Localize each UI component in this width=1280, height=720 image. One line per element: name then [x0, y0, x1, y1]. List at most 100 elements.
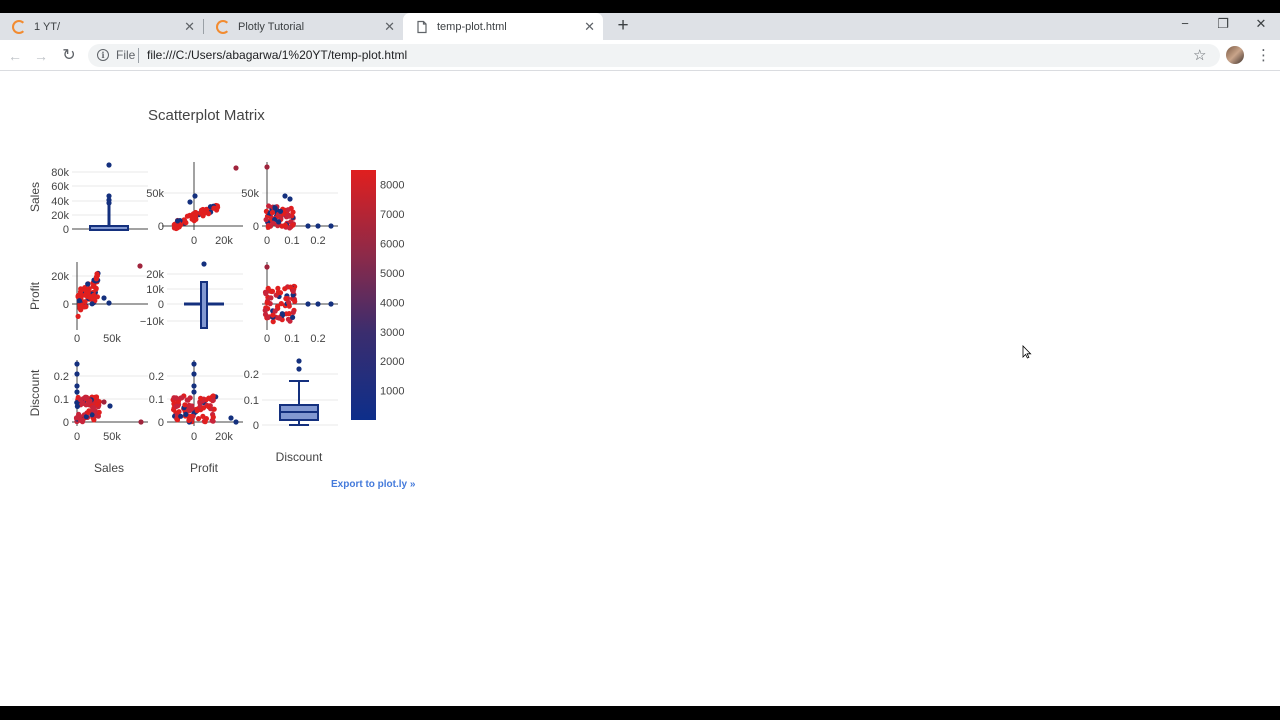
scatter-point — [78, 307, 84, 313]
restore-button[interactable]: ❐ — [1204, 13, 1242, 37]
new-tab-button[interactable]: + — [612, 15, 634, 37]
scatter-point — [292, 298, 298, 304]
scatter-point — [74, 383, 80, 389]
outlier-point — [106, 200, 112, 206]
tab-close-icon[interactable]: ✕ — [384, 19, 395, 35]
scatter-point — [74, 389, 80, 395]
browser-menu-button[interactable]: ⋮ — [1256, 45, 1271, 67]
scatter-point — [85, 281, 91, 287]
tab-close-icon[interactable]: ✕ — [184, 19, 195, 35]
tab-close-icon[interactable]: ✕ — [584, 19, 595, 35]
outlier-point — [296, 366, 302, 372]
y-tick-label: 50k — [241, 188, 259, 200]
info-icon[interactable]: i — [97, 49, 109, 61]
scatter-point — [187, 199, 193, 205]
scatter-point — [328, 223, 334, 229]
scatter-point — [191, 389, 197, 395]
x-tick-label: 0 — [191, 235, 197, 247]
scatter-point — [265, 314, 271, 321]
y-tick-label: 0.2 — [244, 369, 259, 381]
chart-title: Scatterplot Matrix — [148, 107, 265, 124]
scatter-point — [83, 304, 89, 310]
y-tick-label: 0 — [253, 221, 259, 233]
scatter-point — [285, 212, 291, 218]
x-tick-label: 20k — [215, 235, 233, 247]
colorbar — [351, 170, 376, 420]
scatter-point — [77, 289, 84, 295]
scatter-point — [287, 196, 293, 202]
scatter-point — [265, 285, 271, 291]
y-title-sales: Sales — [28, 182, 42, 212]
scatter-point — [178, 413, 184, 419]
screen-bar-bottom — [0, 706, 1280, 720]
forward-button[interactable]: → — [30, 45, 52, 67]
reload-button[interactable]: ↻ — [58, 45, 80, 67]
scatter-point — [285, 207, 291, 213]
tab-title: 1 YT/ — [34, 20, 61, 33]
tab-temp-plot[interactable]: temp-plot.html ✕ — [403, 13, 603, 40]
profile-avatar[interactable] — [1226, 46, 1244, 64]
scatter-point — [205, 404, 212, 410]
scatter-point — [282, 286, 288, 292]
y-title-profit: Profit — [28, 281, 42, 310]
scatter-point — [91, 417, 97, 423]
x-tick-label: 0.2 — [310, 333, 325, 345]
loading-spinner-icon — [216, 19, 230, 34]
x-tick-label: 50k — [103, 333, 121, 345]
minimize-button[interactable]: − — [1166, 13, 1204, 37]
scatter-point — [85, 409, 91, 415]
scatter-point — [266, 203, 272, 209]
x-tick-label: 0.1 — [284, 235, 299, 247]
scatter-point — [74, 371, 80, 377]
y-tick-label: 20k — [51, 271, 69, 283]
scatter-point — [264, 264, 270, 270]
y-tick-label: 20k — [146, 269, 164, 281]
scatter-point — [90, 404, 97, 410]
scatter-point — [101, 399, 107, 405]
back-button[interactable]: ← — [4, 45, 26, 67]
scatter-point — [175, 218, 181, 224]
close-window-button[interactable]: ✕ — [1242, 13, 1280, 37]
colorbar-tick-label: 5000 — [380, 268, 404, 280]
outlier-point — [106, 162, 112, 168]
scatter-point — [264, 164, 270, 170]
scatter-point — [233, 419, 239, 425]
scatter-point — [101, 295, 107, 301]
mouse-cursor-icon — [1022, 345, 1032, 359]
scatter-point — [195, 416, 202, 422]
y-tick-label: 20k — [51, 210, 69, 222]
scatter-point — [74, 361, 80, 367]
colorbar-tick-label: 6000 — [380, 239, 404, 251]
scatter-point — [85, 290, 91, 296]
y-tick-label: 0 — [158, 221, 164, 233]
scatter-point — [191, 361, 197, 367]
bookmark-star-icon[interactable]: ☆ — [1193, 46, 1206, 64]
address-separator — [138, 48, 139, 63]
scatter-point — [328, 301, 334, 307]
colorbar-tick-label: 8000 — [380, 180, 404, 192]
scatter-point — [305, 223, 311, 229]
scatter-point — [210, 397, 216, 403]
scatter-point — [75, 313, 81, 319]
scatter-point — [173, 395, 179, 401]
scatter-point — [286, 303, 292, 309]
scatter-point — [173, 403, 179, 410]
tab-plotly-tutorial[interactable]: Plotly Tutorial ✕ — [204, 13, 403, 40]
scatter-point — [90, 295, 96, 301]
tab-1-yt[interactable]: 1 YT/ ✕ — [0, 13, 203, 40]
scatter-point — [191, 383, 197, 389]
document-icon — [417, 20, 427, 33]
scatter-point — [202, 419, 208, 425]
url-text[interactable]: file:///C:/Users/abagarwa/1%20YT/temp-pl… — [147, 48, 407, 62]
x-title-sales: Sales — [94, 461, 124, 475]
y-tick-label: 80k — [51, 167, 69, 179]
scatter-point — [183, 411, 189, 417]
y-tick-label: 40k — [51, 196, 69, 208]
y-tick-label: 50k — [146, 188, 164, 200]
export-to-plotly-link[interactable]: Export to plot.ly » — [331, 479, 415, 490]
y-tick-label: 0 — [158, 417, 164, 429]
scatter-point — [82, 299, 88, 305]
colorbar-tick-label: 4000 — [380, 297, 404, 309]
scatter-point — [194, 408, 200, 414]
scatterplot-matrix-figure[interactable]: Scatterplot Matrix 020k40k60k80k50k00 20k… — [0, 71, 440, 501]
